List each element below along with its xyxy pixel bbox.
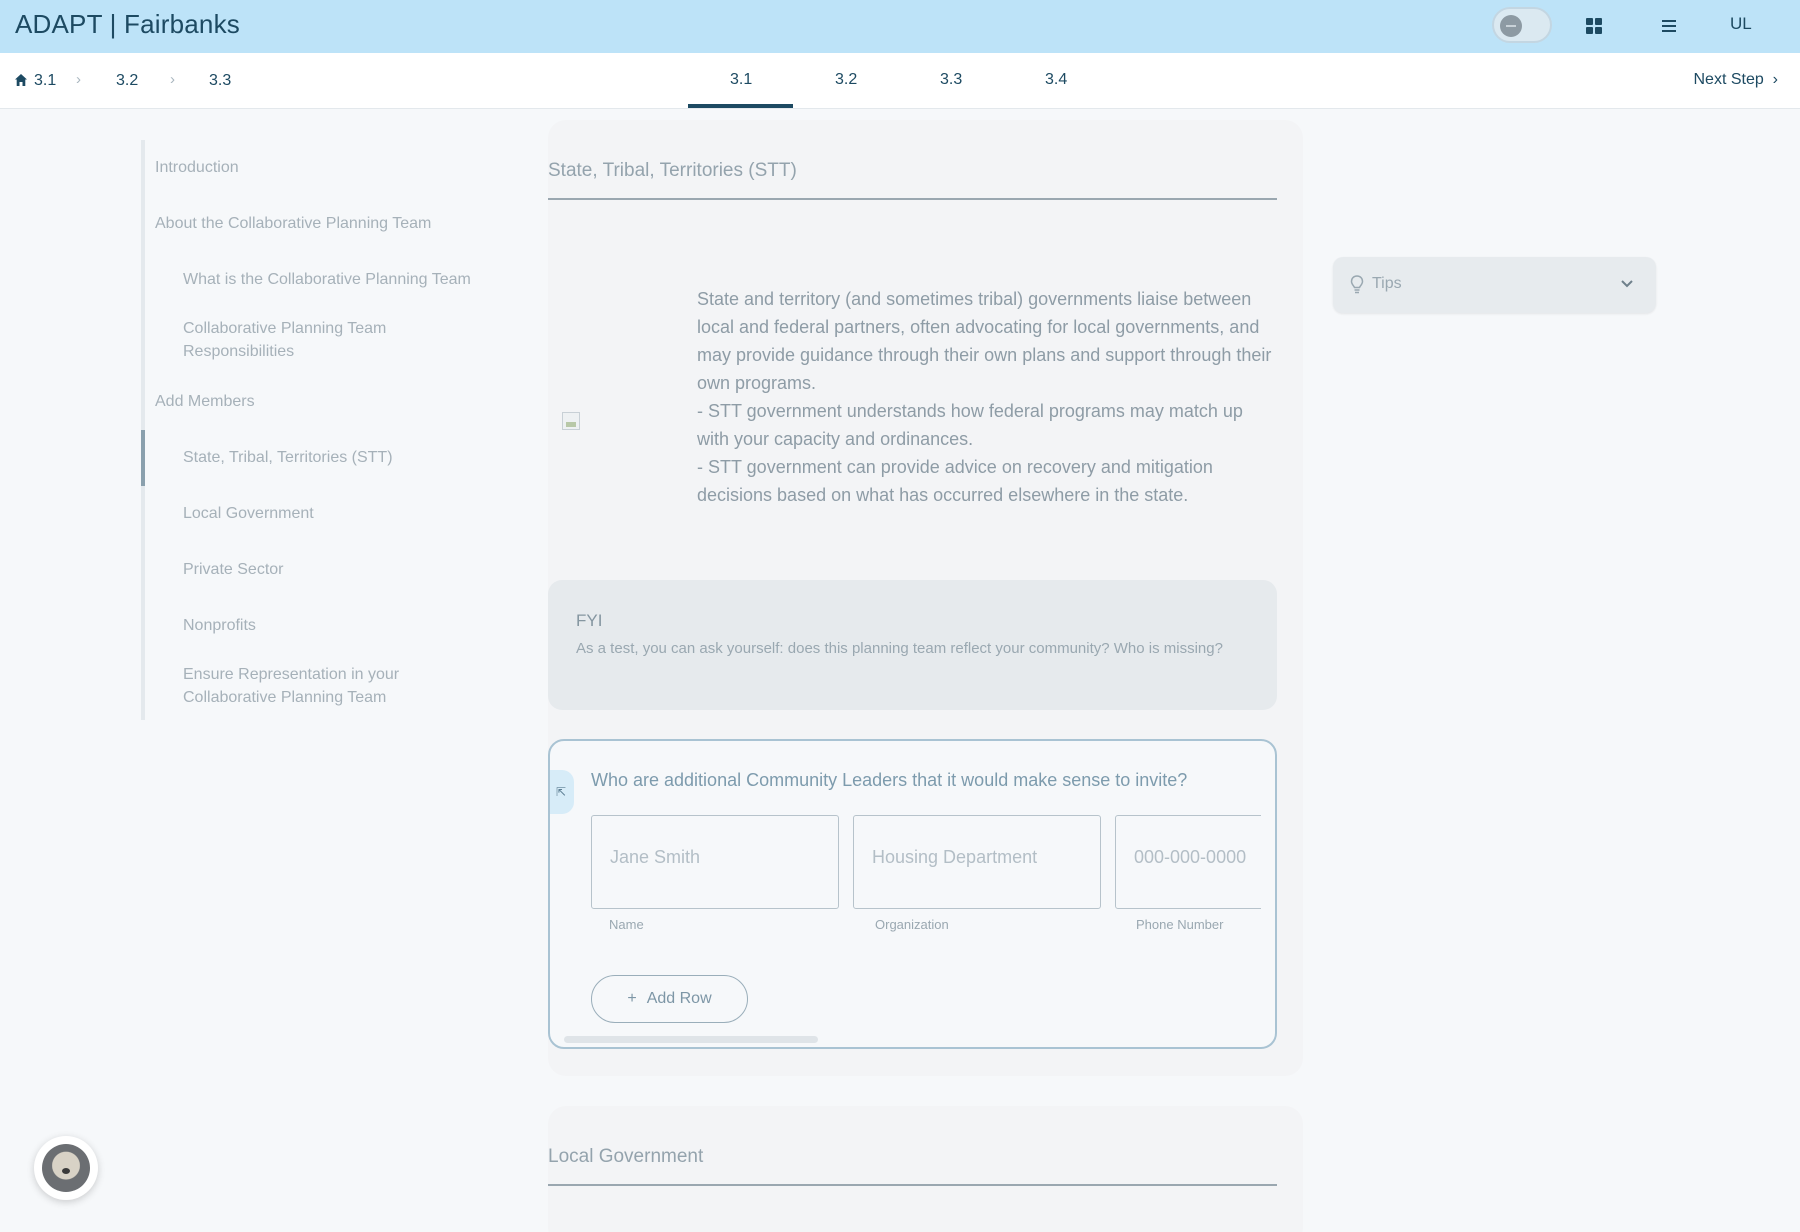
breadcrumb-item-3-3[interactable]: 3.3 — [209, 72, 231, 90]
tab-3-3[interactable]: 3.3 — [940, 71, 962, 89]
organization-field — [853, 815, 1101, 909]
chevron-down-icon — [1621, 280, 1633, 288]
section-body-text: State and territory (and sometimes triba… — [697, 289, 1272, 505]
grid-icon[interactable] — [1580, 12, 1608, 40]
organization-field-label: Organization — [875, 917, 949, 932]
active-tab-indicator — [688, 104, 793, 108]
name-field-label: Name — [609, 917, 644, 932]
tab-3-1[interactable]: 3.1 — [730, 71, 752, 89]
sidebar-item-private-sector[interactable]: Private Sector — [183, 558, 283, 581]
sidebar-item-ensure-representation[interactable]: Ensure Representation in your Collaborat… — [183, 663, 399, 709]
sidebar-active-indicator — [141, 430, 145, 486]
name-input[interactable] — [592, 816, 838, 876]
sub-navigation: 3.1 › 3.2 › 3.3 3.1 3.2 3.3 3.4 Next Ste… — [0, 53, 1800, 109]
next-section-divider — [548, 1184, 1277, 1186]
phone-input[interactable] — [1116, 816, 1261, 876]
top-bar: ADAPT | Fairbanks UL — [0, 0, 1800, 53]
fyi-callout: FYI As a test, you can ask yourself: doe… — [548, 580, 1277, 710]
sidebar-item-about-team[interactable]: About the Collaborative Planning Team — [155, 212, 431, 235]
sidebar-item-what-is-team[interactable]: What is the Collaborative Planning Team — [183, 268, 471, 291]
fyi-title: FYI — [576, 611, 603, 630]
sidebar-item-add-members[interactable]: Add Members — [155, 390, 255, 413]
toggle-knob-icon — [1500, 15, 1522, 37]
sidebar-item-local-government[interactable]: Local Government — [183, 502, 314, 525]
sidebar-item-nonprofits[interactable]: Nonprofits — [183, 614, 256, 637]
plus-icon: + — [627, 990, 637, 1007]
next-step-button[interactable]: Next Step › — [1694, 71, 1779, 89]
lightbulb-icon — [1350, 275, 1364, 294]
assistant-avatar[interactable] — [34, 1136, 98, 1200]
horizontal-scrollbar[interactable] — [564, 1036, 818, 1043]
phone-field-label: Phone Number — [1136, 917, 1224, 932]
next-section-title: Local Government — [548, 1146, 704, 1167]
menu-icon[interactable] — [1655, 12, 1683, 40]
user-avatar-initials[interactable]: UL — [1730, 14, 1752, 34]
theme-toggle[interactable] — [1492, 7, 1552, 43]
drag-handle-icon[interactable]: ⇱ — [550, 770, 574, 814]
sidebar-item-team-responsibilities[interactable]: Collaborative Planning Team Responsibili… — [183, 317, 386, 363]
tab-3-2[interactable]: 3.2 — [835, 71, 857, 89]
question-title: Who are additional Community Leaders tha… — [591, 770, 1188, 790]
breadcrumb-chevron-icon: › — [76, 71, 81, 88]
phone-field — [1115, 815, 1261, 909]
question-card: ⇱ Who are additional Community Leaders t… — [548, 739, 1277, 1049]
sidebar-item-stt[interactable]: State, Tribal, Territories (STT) — [183, 446, 393, 469]
organization-input[interactable] — [854, 816, 1100, 876]
tab-3-4[interactable]: 3.4 — [1045, 71, 1067, 89]
section-card-local-government — [548, 1106, 1303, 1232]
app-brand[interactable]: ADAPT | Fairbanks — [15, 9, 240, 40]
name-field — [591, 815, 839, 909]
breadcrumb-item-3-2[interactable]: 3.2 — [116, 72, 138, 90]
tips-label: Tips — [1372, 275, 1402, 292]
sidebar-item-introduction[interactable]: Introduction — [155, 156, 239, 179]
section-divider — [548, 198, 1277, 200]
fyi-text: As a test, you can ask yourself: does th… — [576, 640, 1223, 657]
add-row-button[interactable]: + Add Row — [591, 975, 748, 1023]
breadcrumb-item-3-1[interactable]: 3.1 — [34, 72, 56, 90]
section-title: State, Tribal, Territories (STT) — [548, 160, 797, 181]
question-inputs-row: Name Organization Phone Number — [591, 815, 1261, 955]
broken-image-icon — [562, 412, 580, 430]
tips-dropdown[interactable]: Tips — [1333, 257, 1656, 313]
sidebar-rail — [141, 140, 145, 720]
home-icon[interactable] — [14, 73, 28, 87]
chevron-right-icon: › — [1768, 71, 1778, 88]
breadcrumb-chevron-icon: › — [170, 71, 175, 88]
dog-avatar-icon — [42, 1144, 90, 1192]
